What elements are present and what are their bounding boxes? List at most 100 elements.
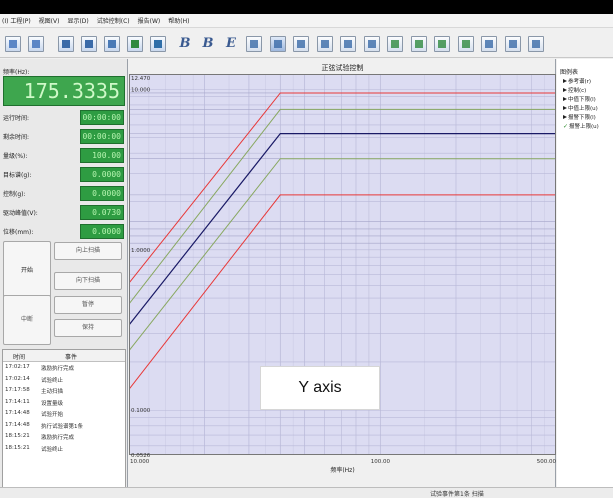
menu-item-5[interactable]: 帮助(H) [168,16,189,25]
log-column-time: 时间 [13,354,26,361]
log-event: 试验开始 [41,412,64,418]
log-row[interactable]: 18:15:21 激励执行完成 [3,431,125,443]
readout-row: 剩余时间: 00:00:00 [2,128,126,144]
readout-value: 00:00:00 [80,129,124,144]
toolbar: BBE [0,28,613,58]
log-row[interactable]: 17:02:17 激励执行完成 [3,362,125,374]
readout-row: 控制(g): 0.0000 [2,185,126,201]
application-window: (I) 工程(P) 视图(V) 显示(D) 试验控制(C) 报告(W) 帮助(H) BBE… [0,0,613,498]
readout-value: 0.0000 [80,224,124,239]
event-log-body: 17:02:17 激励执行完成 17:02:14 试验终止 17:17:58 主动扫描 17… [3,362,125,454]
log-row[interactable]: 17:02:14 试验终止 [3,374,125,386]
legend-item-label: 报警上限(u) [569,124,599,130]
status-bar: 试验事件第1条 扫描 [0,487,613,498]
y-tick-label: 0.1000 [131,408,151,414]
y-axis-overlay-label: Y axis [260,366,380,410]
arrow-right-icon [563,97,567,101]
chart-panel: 正弦试验控制 12.470 10.000 1.0000 0.1000 0.0526 10.0… [129,59,556,487]
data-view-icon[interactable] [293,36,309,52]
legend-title: 图例表 [560,69,579,76]
readout-label: 剩余时间: [3,134,30,141]
log-time: 17:14:48 [5,410,30,416]
legend-item[interactable]: 中值上限(u) [563,104,598,112]
arrow-right-icon [563,106,567,110]
log-event: 试验终止 [41,377,64,384]
event-log[interactable]: 时间 事件 17:02:17 激励执行完成 17:02:14 试验终止 17:17:58… [2,349,126,497]
arrow-right-icon [563,79,567,83]
pause-button[interactable]: 暂停 [54,296,122,314]
readout-row: 运行时间: 00:00:00 [2,109,126,125]
legend-item-label: 控制(c) [568,88,587,94]
title-bar [0,0,613,14]
fit-icon[interactable] [410,36,427,52]
menu-item-0[interactable]: (I) 工程(P) [2,16,31,25]
log-row[interactable]: 18:15:21 试验终止 [3,443,125,455]
start-button[interactable]: 开始 [3,241,51,301]
menu-item-2[interactable]: 显示(D) [67,16,88,25]
log-time: 17:14:48 [5,421,30,428]
log-event: 执行试验谱第1条 [41,423,83,430]
log-time: 17:02:14 [5,375,30,382]
chart-view-icon[interactable] [269,36,286,52]
y-tick-label: 1.0000 [131,248,151,254]
new-file-icon[interactable] [5,36,21,52]
list-icon[interactable] [504,36,521,52]
save-icon[interactable] [28,36,44,52]
y-tick-label: 12.470 [131,76,151,82]
layout-icon[interactable] [316,36,333,52]
log-event: 试验终止 [41,446,64,453]
grid-icon[interactable] [81,36,97,52]
readout-row: 驱动峰值(V): 0.0730 [2,204,126,220]
stop-button[interactable]: 中断 [3,295,51,345]
legend-item-label: 中值上限(u) [568,106,598,112]
menu-item-3[interactable]: 试验控制(C) [97,16,130,25]
format-glyph-icon-1[interactable]: B [200,36,216,52]
open-icon[interactable] [58,36,74,52]
readout-label: 目标谱(g): [3,172,32,179]
log-row[interactable]: 17:14:11 设置量级 [3,397,125,409]
log-row[interactable]: 17:17:58 主动扫描 [3,385,125,397]
sweep-up-button[interactable]: 向上扫描 [54,242,122,260]
menu-bar: (I) 工程(P) 视图(V) 显示(D) 试验控制(C) 报告(W) 帮助(H) [0,14,613,28]
readout-label: 驱动峰值(V): [3,210,38,217]
valley-icon[interactable] [457,36,474,52]
log-row[interactable]: 17:14:48 试验开始 [3,408,125,420]
x-tick-label: 10.000 [130,459,150,465]
report-icon[interactable] [127,36,143,52]
y-tick-label: 10.000 [131,87,151,93]
log-event: 主动扫描 [41,389,64,395]
legend-item[interactable]: 报警下限(l) [563,113,596,121]
bars-icon[interactable] [481,36,497,52]
menu-item-1[interactable]: 视图(V) [39,16,60,25]
legend-item[interactable]: ✓报警上限(u) [563,122,599,130]
cursor-icon[interactable] [387,36,403,52]
x-tick-label: 500.00 [537,459,556,465]
peak-icon[interactable] [434,36,450,52]
log-event: 激励执行完成 [41,435,75,441]
zoom-in-icon[interactable] [340,36,356,52]
table-icon[interactable] [104,36,120,52]
format-glyph-icon-0[interactable]: B [177,36,193,52]
readout-row: 目标谱(g): 0.0000 [2,166,126,182]
legend-panel: 图例表 参考谱(r) 控制(c) 中值下限(l) 中值上限(u) 报警下限(l) ✓报警上… [557,59,613,487]
log-event: 设置量级 [41,400,64,407]
print-icon[interactable] [528,36,544,52]
sine-control-chart[interactable]: 正弦试验控制12.47010.0001.00000.10000.052610.0… [129,59,556,487]
sweep-down-button[interactable]: 向下扫描 [54,272,122,290]
legend-item[interactable]: 控制(c) [563,86,586,94]
hold-button[interactable]: 保持 [54,319,122,337]
arrow-right-icon [563,88,567,92]
menu-item-4[interactable]: 报告(W) [138,16,161,25]
format-glyph-icon-2[interactable]: E [223,36,239,52]
legend-item[interactable]: 参考谱(r) [563,77,591,85]
readout-value: 00:00:00 [80,110,124,125]
readout-row: 位移(mm): 0.0000 [2,223,126,239]
checkmark-icon: ✓ [563,123,569,130]
chart-title: 正弦试验控制 [322,63,364,72]
zoom-out-icon[interactable] [363,36,380,52]
left-panel: 频率(Hz): 175.3335 运行时间: 00:00:00 剩余时间: 00:00… [0,59,128,498]
log-row[interactable]: 17:14:48 执行试验谱第1条 [3,420,125,432]
align-icon[interactable] [246,36,262,52]
legend-item[interactable]: 中值下限(l) [563,95,596,103]
export-icon[interactable] [150,36,166,52]
